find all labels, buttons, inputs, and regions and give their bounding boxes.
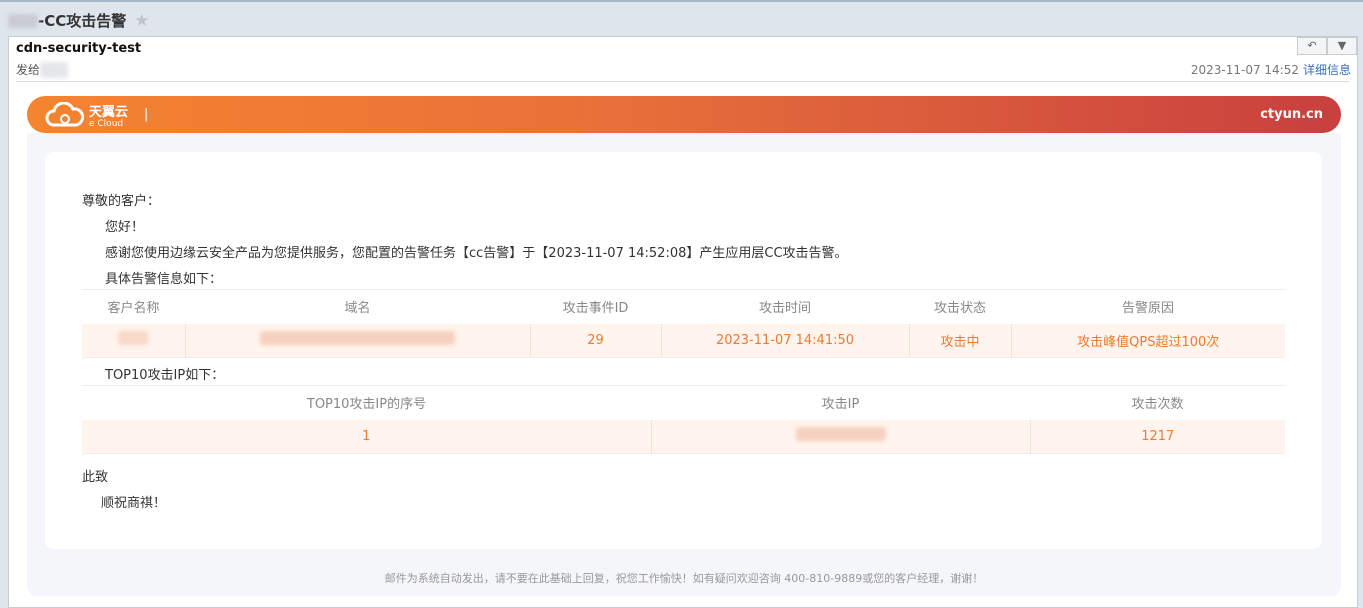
closing: 此致 (82, 470, 109, 485)
logo-separator: | (144, 107, 149, 122)
redacted-text (8, 13, 38, 28)
star-icon[interactable]: ★ (134, 11, 149, 31)
chevron-down-icon[interactable]: ▼ (1327, 37, 1357, 55)
event-id-cell: 29 (530, 323, 662, 358)
cloud-icon (45, 101, 85, 126)
table-row: 1 1217 (82, 419, 1285, 454)
greeting: 尊敬的客户： (82, 194, 161, 209)
col-header: 客户名称 (82, 289, 185, 324)
customer-name-cell (82, 323, 186, 358)
divider (16, 81, 1350, 82)
logo-en: e Cloud (89, 118, 124, 129)
footer-note: 邮件为系统自动发出，请不要在此基础上回复，祝您工作愉快！如有疑问欢迎咨询 400… (384, 572, 984, 585)
email-subject: -CC攻击告警 ★ (8, 10, 150, 31)
redacted-ip (795, 427, 886, 442)
regards: 顺祝商祺！ (101, 496, 167, 511)
brand-banner: 天翼云 e Cloud | ctyun.cn (27, 96, 1341, 133)
intro-text: 感谢您使用边缘云安全产品为您提供服务，您配置的告警任务【cc告警】于【2023-… (105, 246, 848, 261)
subject-title: -CC攻击告警 (38, 12, 127, 30)
alert-table: 客户名称 域名 攻击事件ID 攻击时间 攻击状态 告警原因 29 2023-11… (82, 289, 1285, 358)
redacted-recipient (40, 61, 69, 78)
domain-cell (185, 323, 531, 358)
attack-status-cell: 攻击中 (909, 323, 1012, 358)
ctyun-logo: 天翼云 e Cloud | (45, 101, 148, 129)
email-view: cdn-security-test 发给 ↶ ▼ 2023-11-07 14:5… (8, 36, 1358, 608)
col-header: 攻击IP (651, 385, 1030, 420)
attack-count-cell: 1217 (1030, 419, 1285, 454)
to-label: 发给 (16, 63, 41, 77)
col-header: 攻击状态 (909, 289, 1011, 324)
col-header: 攻击次数 (1030, 385, 1285, 420)
details-link[interactable]: 详细信息 (1303, 63, 1351, 77)
recipient: 发给 (16, 61, 69, 78)
subject-bar: -CC攻击告警 ★ (0, 0, 1363, 36)
col-header: 攻击时间 (661, 289, 909, 324)
col-header: 告警原因 (1011, 289, 1285, 324)
hello: 您好！ (105, 220, 145, 235)
detail-heading: 具体告警信息如下： (105, 272, 223, 287)
table-row: 29 2023-11-07 14:41:50 攻击中 攻击峰值QPS超过100次 (82, 323, 1285, 358)
table-header: TOP10攻击IP的序号 攻击IP 攻击次数 (82, 385, 1285, 420)
ip-index-cell: 1 (82, 419, 652, 454)
email-date: 2023-11-07 14:52 (1190, 63, 1299, 77)
attack-time-cell: 2023-11-07 14:41:50 (661, 323, 910, 358)
col-header: 攻击事件ID (530, 289, 661, 324)
ip-cell (651, 419, 1031, 454)
alert-reason-cell: 攻击峰值QPS超过100次 (1011, 323, 1285, 358)
top-ip-heading: TOP10攻击IP如下： (105, 368, 225, 383)
email-body: 尊敬的客户： 您好！ 感谢您使用边缘云安全产品为您提供服务，您配置的告警任务【c… (27, 133, 1341, 596)
site-link[interactable]: ctyun.cn (1260, 107, 1323, 122)
top-ip-table: TOP10攻击IP的序号 攻击IP 攻击次数 1 1217 (82, 385, 1285, 454)
reply-icon[interactable]: ↶ (1297, 37, 1327, 55)
col-header: TOP10攻击IP的序号 (82, 385, 651, 420)
content-card: 尊敬的客户： 您好！ 感谢您使用边缘云安全产品为您提供服务，您配置的告警任务【c… (45, 152, 1322, 549)
logo-cn: 天翼云 (89, 104, 129, 120)
table-header: 客户名称 域名 攻击事件ID 攻击时间 攻击状态 告警原因 (82, 289, 1285, 324)
redacted-customer (118, 331, 149, 346)
sender[interactable]: cdn-security-test (16, 41, 141, 56)
col-header: 域名 (185, 289, 530, 324)
redacted-domain (260, 331, 455, 346)
